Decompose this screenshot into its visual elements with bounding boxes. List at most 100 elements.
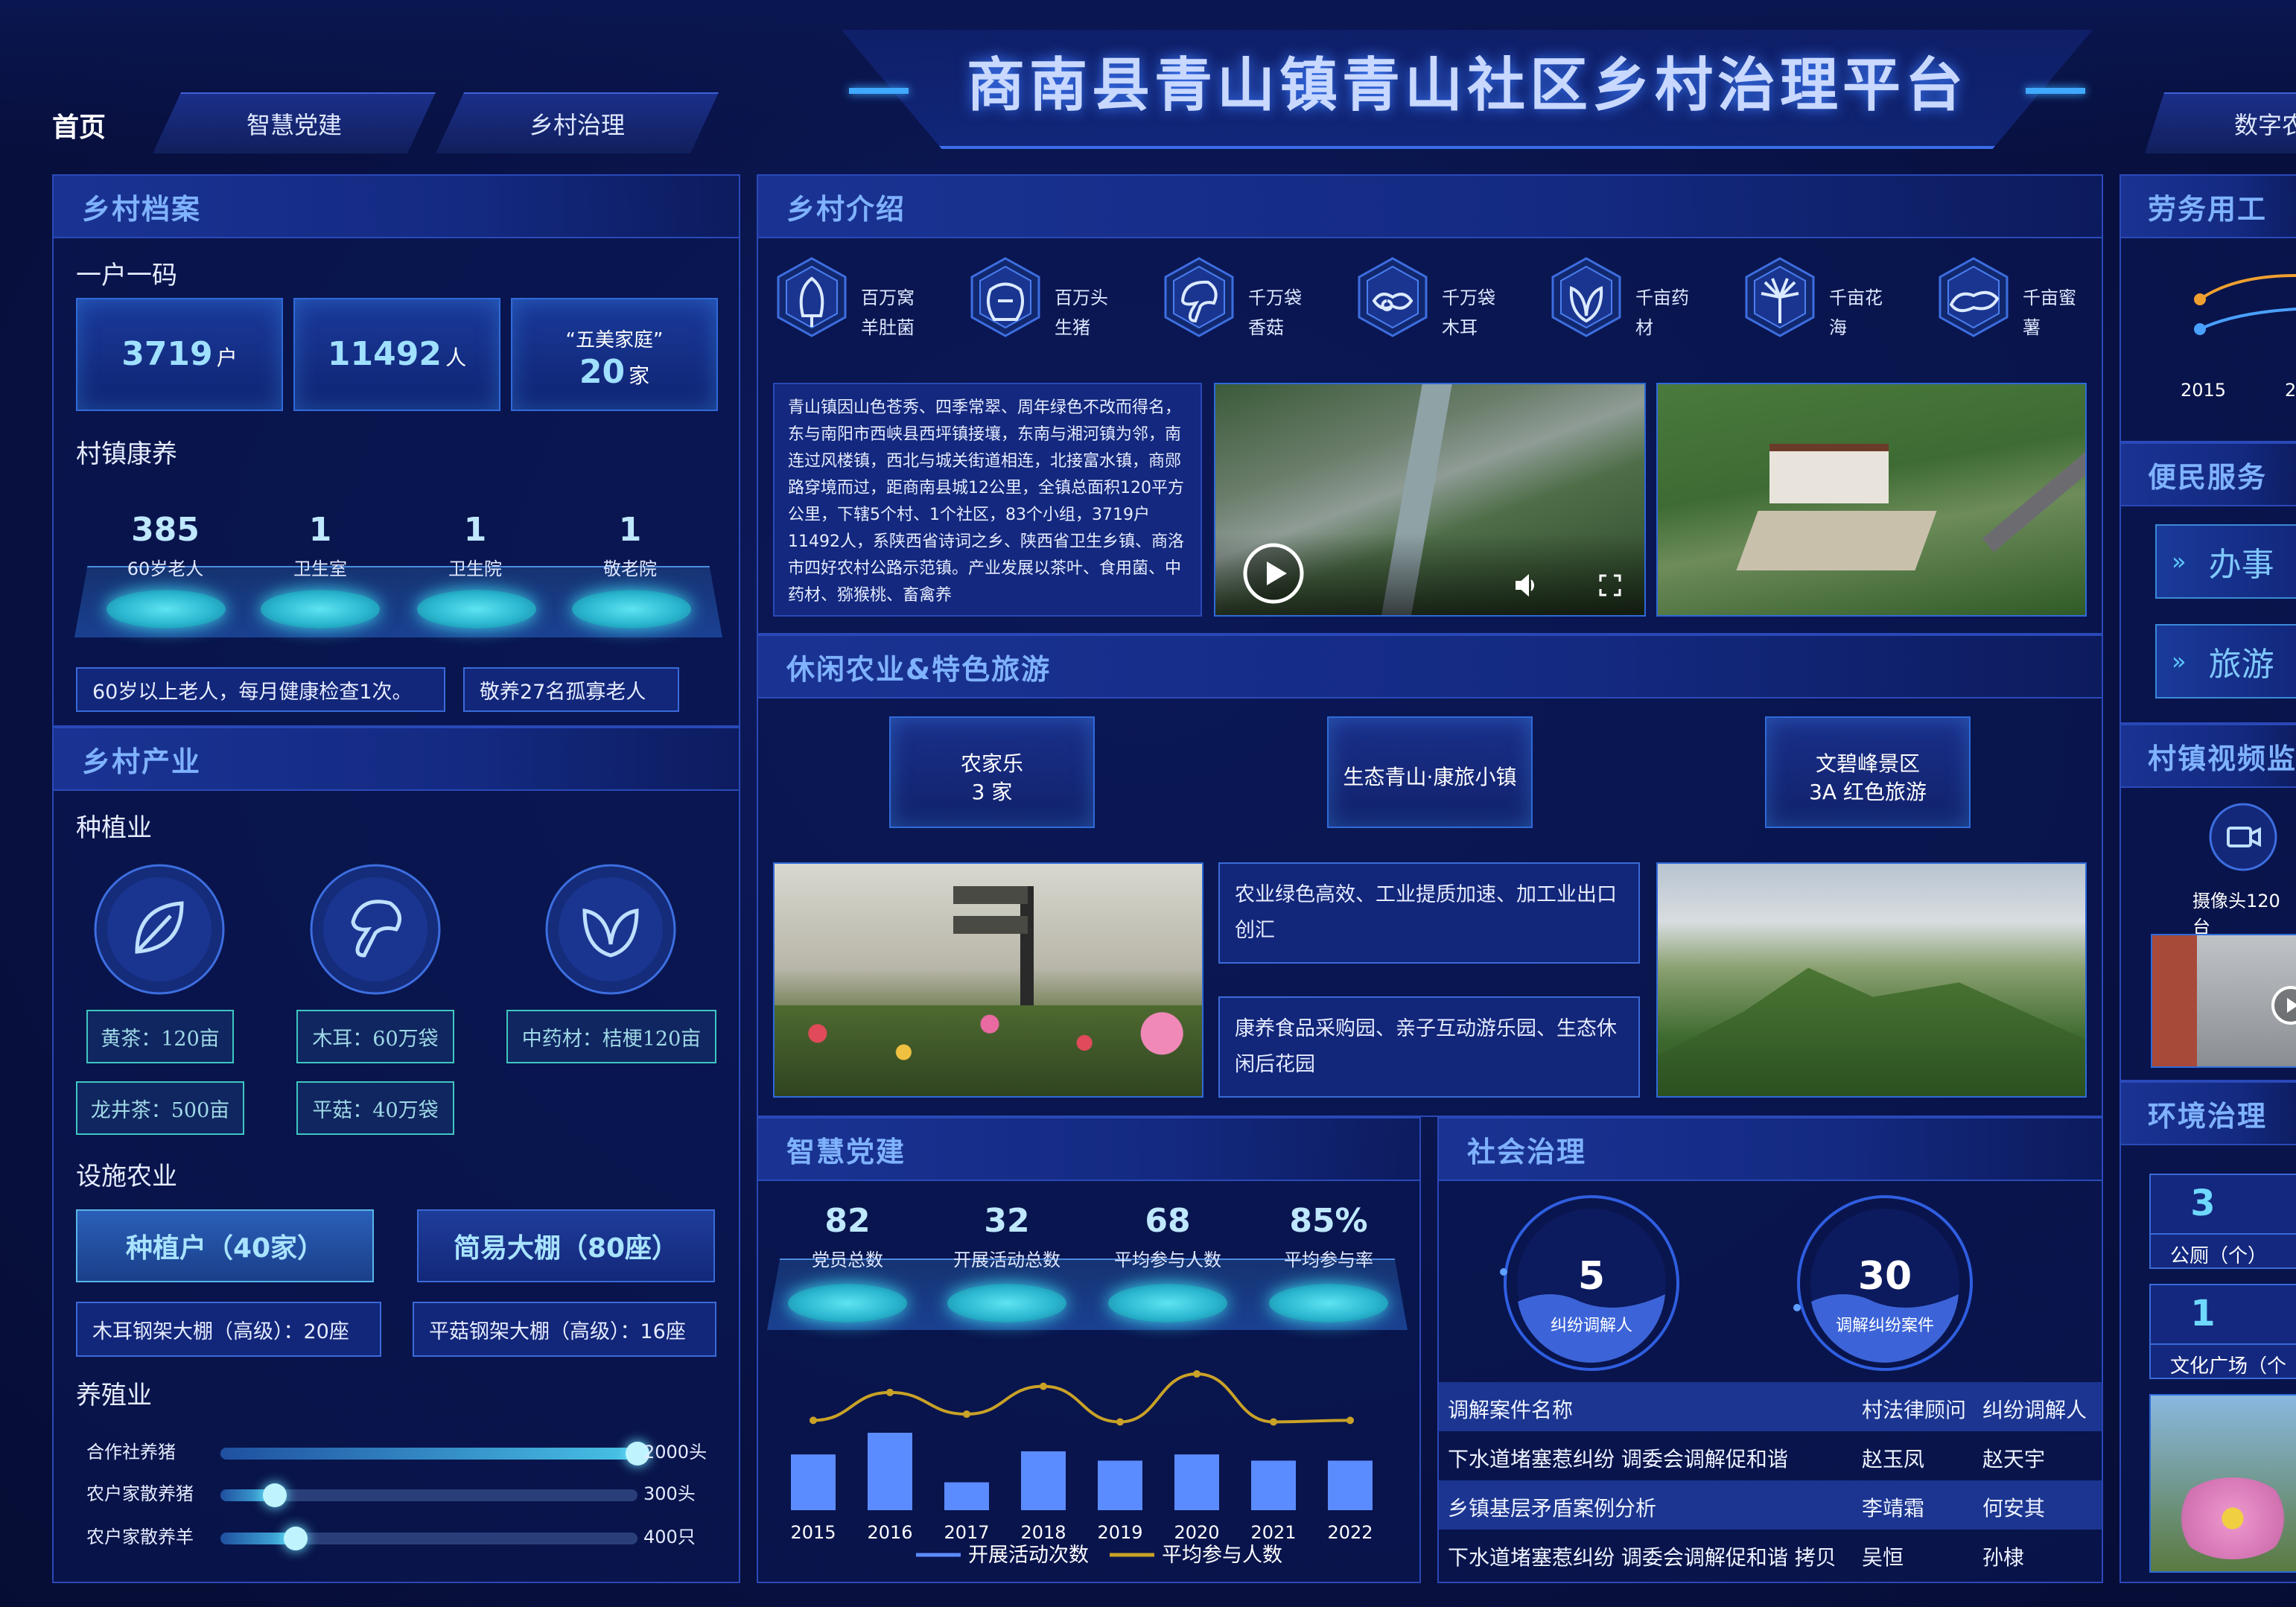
party-disc-4 [1269, 1284, 1388, 1323]
farmstay-title: 农家乐 [960, 751, 1023, 776]
farmstay-count: 3 家 [971, 780, 1013, 804]
intro-icon-caption: 百万头 生猪 [1055, 283, 1108, 343]
intro-icon-caption-line1: 千万袋 [1248, 287, 1302, 308]
camera-feed[interactable] [2151, 934, 2296, 1068]
env-square-label: 文化广场（个 [2170, 1355, 2287, 1378]
herb-sprout-icon [545, 864, 676, 995]
play-icon[interactable] [2270, 984, 2296, 1026]
industry-title: 乡村产业 [82, 745, 202, 778]
village-photo [1656, 383, 2087, 617]
family-card: “五美家庭” 20 家 [511, 298, 718, 411]
care-disc-4 [572, 590, 691, 629]
line-point-2020 [1193, 1369, 1201, 1378]
sign-board-2 [953, 916, 1028, 934]
nav-tab-digital[interactable]: 数字农 [2145, 92, 2296, 153]
scenic-subtitle: 3A 红色旅游 [1809, 780, 1927, 804]
sweet-potato-icon [1936, 256, 2011, 338]
farmstay-card: 农家乐 3 家 [889, 716, 1095, 828]
planting-label: 种植业 [76, 813, 152, 843]
intro-icon-caption-line2: 薯 [2023, 317, 2041, 338]
play-icon[interactable] [1242, 542, 1305, 605]
tea-leaf-icon [94, 864, 225, 995]
intro-header: 乡村介绍 [758, 176, 2102, 238]
bar-2020 [1174, 1454, 1219, 1510]
flower-petals [2173, 1477, 2292, 1559]
fullscreen-icon[interactable] [1598, 573, 1622, 597]
breeding-label: 养殖业 [76, 1381, 152, 1410]
greenhouse-button[interactable]: 简易大棚（80座） [417, 1209, 715, 1282]
mushroom-icon [1162, 256, 1236, 338]
family-value-row: 20 家 [512, 353, 716, 391]
line-point-2018 [1040, 1382, 1047, 1390]
row-3-lawyer: 吴恒 [1862, 1545, 1904, 1570]
care-stat-4-label: 敬老院 [603, 559, 657, 579]
greenhouse-button-label: 简易大棚（80座） [453, 1233, 679, 1264]
title-deco-right [2026, 88, 2085, 94]
party-disc-3 [1108, 1284, 1227, 1323]
party-stat-3-value: 68 [1145, 1202, 1191, 1240]
households-unit: 户 [216, 346, 238, 370]
farm-knob-2 [262, 1483, 287, 1507]
video-title: 村镇视频监 [2148, 742, 2296, 775]
labor-chart [2194, 274, 2296, 335]
row-3-mediator: 孙棣 [1982, 1545, 2025, 1570]
x-tick-2017: 2017 [944, 1522, 989, 1543]
crop-tag-4: 龙井茶：500亩 [76, 1081, 244, 1135]
facility-label: 设施农业 [76, 1162, 177, 1191]
mushroom-icon [310, 864, 441, 995]
sign-board-1 [953, 886, 1028, 904]
party-chart: 2015 2016 2017 2018 2019 2020 2021 2022 开展活动次数 平均… [790, 1369, 1373, 1567]
mountain-photo [1656, 862, 2087, 1098]
households-value-row: 3719 户 [77, 335, 282, 373]
party-disc-2 [947, 1284, 1066, 1323]
env-header: 环境治理 [2121, 1083, 2296, 1145]
x-tick-2018: 2018 [1020, 1522, 1066, 1543]
care-disc-1 [106, 590, 226, 629]
service-button-travel[interactable]: » 旅游 [2155, 624, 2296, 699]
farm-label-1: 合作社养猪 [86, 1442, 176, 1463]
industry-header: 乡村产业 [54, 728, 739, 791]
party-stat-2-value: 32 [984, 1202, 1030, 1240]
intro-icon-caption-line2: 木耳 [1442, 317, 1478, 338]
volume-icon[interactable] [1513, 572, 1540, 599]
x-tick-2022: 2022 [1327, 1522, 1373, 1543]
row-2-lawyer: 李靖霜 [1862, 1496, 1925, 1521]
farm-knob-3 [283, 1527, 308, 1550]
pig-icon [968, 256, 1043, 338]
people-value: 11492 [327, 335, 442, 373]
labor-year-1: 2015 [2181, 380, 2227, 401]
intro-title: 乡村介绍 [786, 192, 906, 226]
village-video[interactable] [1214, 383, 1646, 617]
row-3-case: 下水道堵塞惹纠纷 调委会调解促和谐 拷贝 [1448, 1545, 1837, 1570]
nav-tab-party[interactable]: 智慧党建 [153, 92, 436, 153]
farm-bar-3 [220, 1527, 637, 1550]
herb-leaf-icon [1549, 256, 1624, 338]
farm-row-3: 农户家散养羊 400只 [86, 1522, 712, 1552]
labor-title: 劳务用工 [2148, 192, 2268, 226]
governance-header: 社会治理 [1439, 1118, 2102, 1181]
intro-icon-caption: 千万袋 木耳 [1442, 283, 1495, 343]
crop-tag-2: 木耳：60万袋 [296, 1010, 454, 1063]
governance-title: 社会治理 [1467, 1135, 1587, 1168]
people-card: 11492 人 [293, 298, 500, 411]
nav-tab-governance[interactable]: 乡村治理 [436, 92, 719, 153]
eco-town-card: 生态青山·康旅小镇 [1327, 716, 1533, 828]
party-stat-2-label: 开展活动总数 [953, 1250, 1060, 1270]
mediator-label: 纠纷调解人 [1550, 1317, 1632, 1335]
farm-value-2: 300头 [643, 1483, 696, 1504]
farm-bar-1 [220, 1442, 649, 1466]
service-button-affairs[interactable]: » 办事 [2155, 524, 2296, 599]
env-toilets-divider [2151, 1233, 2296, 1235]
growers-button[interactable]: 种植户（40家） [76, 1209, 374, 1282]
intro-icon-caption: 千亩花海 [1829, 283, 1883, 343]
title-deco-left [849, 88, 909, 94]
intro-icon-caption-line1: 千万袋 [1442, 287, 1495, 308]
care-stat-2-value: 1 [308, 511, 332, 549]
nav-home[interactable]: 首页 [52, 106, 106, 144]
feed-wall [2152, 935, 2197, 1066]
intro-icon-caption-line2: 羊肚菌 [861, 317, 915, 338]
intro-icon-caption: 百万窝 羊肚菌 [861, 283, 915, 343]
flower-photo [773, 862, 1203, 1098]
x-tick-2015: 2015 [790, 1522, 836, 1543]
env-toilets-value: 3 [2190, 1183, 2216, 1224]
